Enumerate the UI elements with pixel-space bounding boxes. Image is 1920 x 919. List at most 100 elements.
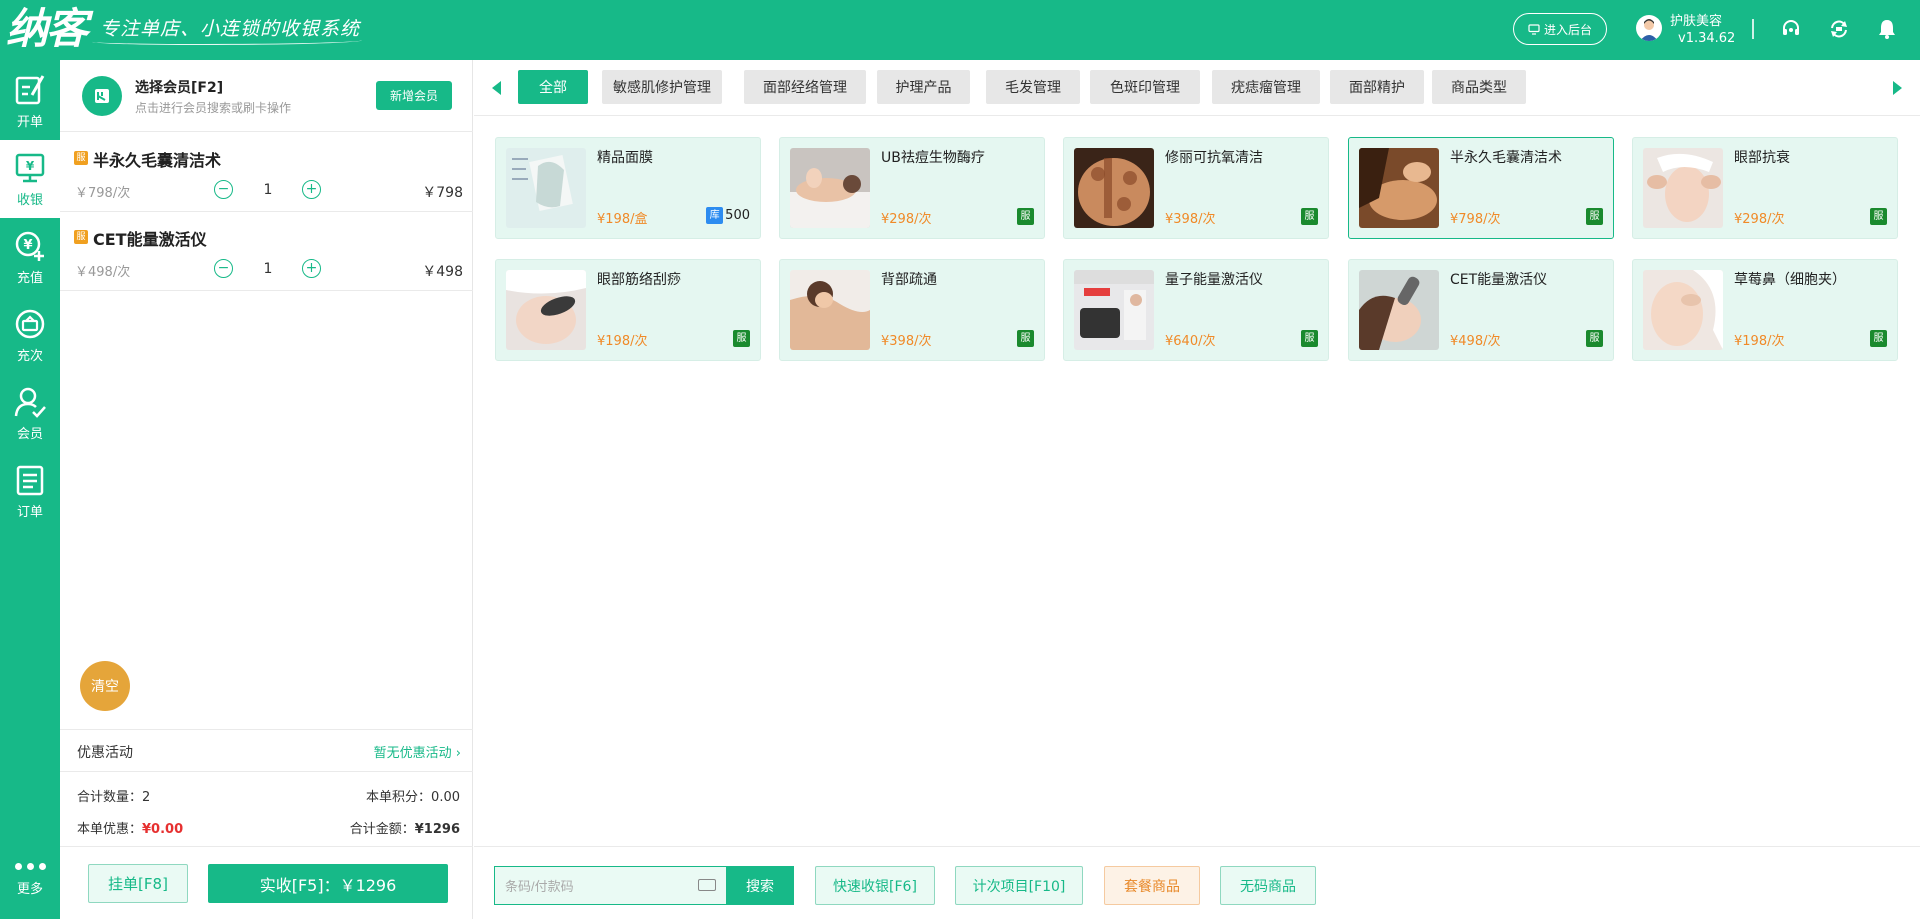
add-member-button[interactable]: 新增会员 [376,81,452,110]
product-image-back-care [790,270,870,350]
product-area: 全部 敏感肌修护管理 面部经络管理 护理产品 毛发管理 色斑印管理 疣痣瘤管理 … [474,60,1920,919]
tab-care-products[interactable]: 护理产品 [877,70,970,104]
store-name: 护肤美容 [1670,14,1723,29]
user-avatar[interactable] [1636,15,1662,41]
nav-more-button[interactable]: 更多 [0,840,60,919]
tabs-scroll-right-icon[interactable] [1893,81,1902,95]
hold-order-button[interactable]: 挂单[F8] [88,864,188,903]
nav-item-order[interactable]: 订单 [0,452,60,530]
product-price: ¥498/次 [1450,334,1501,349]
product-card[interactable]: 眼部筋络刮痧 ¥198/次 服 [495,259,761,361]
total-count: 合计数量：2 [77,786,150,805]
tabs-scroll-left-icon[interactable] [492,81,501,95]
cart-item-name: 半永久毛囊清洁术 [93,151,222,170]
search-button[interactable]: 搜索 [726,866,794,905]
product-image-quantum-device [1074,270,1154,350]
stock-info: 库 500 [706,207,750,224]
barcode-search-box [494,866,726,905]
nav-item-open-order[interactable]: 开单 [0,62,60,140]
product-card[interactable]: 半永久毛囊清洁术 ¥798/次 服 [1348,137,1614,239]
customer-service-button[interactable] [1778,16,1804,42]
total-count-value: 2 [142,790,151,805]
barcode-input[interactable] [505,876,675,896]
product-name: 背部疏通 [881,272,937,288]
product-name: 眼部筋络刮痧 [597,272,681,288]
decrease-quantity-button[interactable]: − [214,259,233,278]
nav-item-count-recharge[interactable]: 充次 [0,296,60,374]
service-badge: 服 [1870,208,1887,225]
edit-icon [15,74,45,104]
no-barcode-product-button[interactable]: 无码商品 [1220,866,1316,905]
promotion-label: 优惠活动 [77,745,133,761]
product-price: ¥298/次 [1734,212,1785,227]
keyboard-icon[interactable] [698,879,716,891]
tab-hair[interactable]: 毛发管理 [986,70,1080,104]
tab-spots[interactable]: 色斑印管理 [1090,70,1200,104]
member-avatar [82,76,122,116]
left-nav: 开单 ¥ 收银 ¥ 充值 充次 会员 订单 更多 [0,60,60,919]
decrease-quantity-button[interactable]: − [214,180,233,199]
product-card[interactable]: 草莓鼻（细胞夹） ¥198/次 服 [1632,259,1898,361]
product-card[interactable]: UB祛痘生物酶疗 ¥298/次 服 [779,137,1045,239]
product-card[interactable]: 背部疏通 ¥398/次 服 [779,259,1045,361]
product-name: 精品面膜 [597,150,653,166]
increase-quantity-button[interactable]: + [302,180,321,199]
slogan-underline [92,37,362,45]
package-products-button[interactable]: 套餐商品 [1104,866,1200,905]
sync-button[interactable] [1826,16,1852,42]
enter-admin-label: 进入后台 [1543,22,1592,37]
tab-sensitive-skin[interactable]: 敏感肌修护管理 [602,70,722,104]
product-card[interactable]: CET能量激活仪 ¥498/次 服 [1348,259,1614,361]
service-badge: 服 [74,230,88,244]
headset-icon [1783,20,1799,35]
avatar-icon [1640,19,1658,41]
cart-item-unit-price: ￥798/次 [75,186,131,201]
order-discount-label: 本单优惠： [77,822,143,837]
top-bar: 纳客 专注单店、小连锁的收银系统 进入后台 护肤美容 v1.34.62 [0,0,1920,60]
product-image-back-cupping [1074,148,1154,228]
tab-product-types[interactable]: 商品类型 [1432,70,1526,104]
product-name: 眼部抗衰 [1734,150,1790,166]
product-card[interactable]: 眼部抗衰 ¥298/次 服 [1632,137,1898,239]
nav-label: 会员 [16,426,43,442]
member-select-bar[interactable]: 选择会员[F2] 点击进行会员搜索或刷卡操作 新增会员 [60,60,473,132]
order-amount: 合计金额：¥1296 [350,818,460,837]
cart-item-quantity[interactable]: 1 [260,261,276,277]
chevron-right-icon: › [455,746,461,761]
enter-admin-button[interactable]: 进入后台 [1513,13,1607,45]
product-image-cet-device [1359,270,1439,350]
increase-quantity-button[interactable]: + [302,259,321,278]
tab-all[interactable]: 全部 [518,70,588,104]
service-badge: 服 [1017,208,1034,225]
cart-panel: 选择会员[F2] 点击进行会员搜索或刷卡操作 新增会员 服 半永久毛囊清洁术 ￥… [60,60,473,919]
clear-cart-button[interactable]: 清空 [80,661,130,711]
quick-cash-button[interactable]: 快速收银[F6] [815,866,935,905]
service-badge: 服 [74,151,88,165]
notification-button[interactable] [1874,16,1900,42]
tab-facial-care[interactable]: 面部精护 [1330,70,1424,104]
product-card[interactable]: 精品面膜 ¥198/盒 库 500 [495,137,761,239]
order-amount-label: 合计金额： [349,822,415,837]
cart-item-quantity[interactable]: 1 [260,182,276,198]
promotion-row[interactable]: 优惠活动 暂无优惠活动 › [60,729,473,772]
nav-item-recharge[interactable]: ¥ 充值 [0,218,60,296]
recharge-icon: ¥ [15,231,44,261]
service-badge: 服 [733,330,750,347]
tab-facial-meridian[interactable]: 面部经络管理 [744,70,866,104]
product-price: ¥198/盒 [597,212,648,227]
member-card-icon [95,89,109,103]
svg-text:¥: ¥ [26,159,35,173]
nav-item-cashier[interactable]: ¥ 收银 [0,140,60,218]
header-divider [1752,19,1754,39]
count-item-button[interactable]: 计次项目[F10] [955,866,1083,905]
product-card[interactable]: 修丽可抗氧清洁 ¥398/次 服 [1063,137,1329,239]
checkout-button[interactable]: 实收[F5]：￥1296 [208,864,448,903]
service-badge: 服 [1586,208,1603,225]
tab-moles[interactable]: 疣痣瘤管理 [1212,70,1320,104]
category-tabs: 全部 敏感肌修护管理 面部经络管理 护理产品 毛发管理 色斑印管理 疣痣瘤管理 … [474,60,1920,116]
promotion-value[interactable]: 暂无优惠活动 › [374,742,461,761]
cashier-icon: ¥ [15,153,45,182]
nav-item-member[interactable]: 会员 [0,374,60,452]
product-name: CET能量激活仪 [1450,272,1548,288]
product-card[interactable]: 量子能量激活仪 ¥640/次 服 [1063,259,1329,361]
